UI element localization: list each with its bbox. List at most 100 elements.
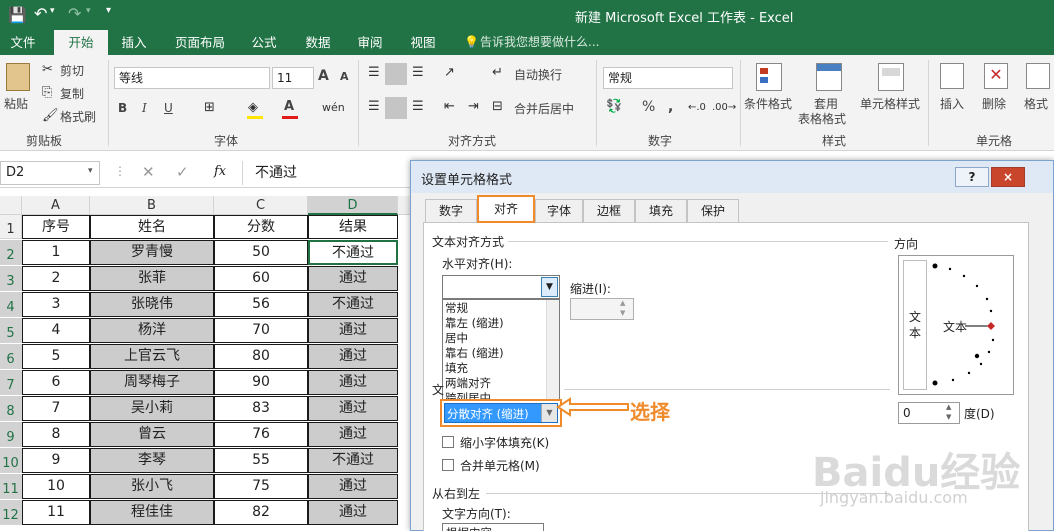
font-size-select[interactable]: 11 bbox=[272, 67, 314, 89]
insert-cells-icon[interactable] bbox=[940, 63, 964, 89]
help-button[interactable]: ? bbox=[955, 167, 989, 187]
row-header-3[interactable]: 3 bbox=[0, 266, 22, 291]
format-cells-icon[interactable] bbox=[1026, 63, 1050, 89]
font-name-select[interactable]: 等线 bbox=[114, 67, 270, 89]
column-header-e[interactable] bbox=[398, 196, 410, 215]
cell-d2[interactable]: 不通过 bbox=[308, 240, 398, 265]
wrap-text-button[interactable]: 自动换行 bbox=[514, 66, 562, 83]
option-justify[interactable]: 两端对齐 bbox=[445, 376, 491, 391]
orientation-box[interactable]: 文本 文本 bbox=[898, 255, 1014, 395]
dialog-tab-fill[interactable]: 填充 bbox=[635, 199, 687, 222]
borders-icon[interactable]: ⊞ bbox=[204, 100, 215, 116]
paste-icon[interactable] bbox=[6, 63, 30, 91]
insert-cells-button[interactable]: 插入 bbox=[940, 95, 964, 112]
selected-dropdown-icon[interactable]: ▼ bbox=[541, 404, 557, 422]
horizontal-align-options[interactable]: 常规 靠左 (缩进) 居中 靠右 (缩进) 填充 两端对齐 跨列居中 bbox=[442, 299, 560, 402]
cell-a9[interactable]: 8 bbox=[22, 422, 90, 447]
shrink-to-fit-checkbox[interactable] bbox=[442, 436, 454, 448]
options-scrollbar[interactable] bbox=[546, 300, 559, 401]
select-all-corner[interactable] bbox=[0, 196, 22, 215]
dialog-tab-border[interactable]: 边框 bbox=[583, 199, 635, 222]
cell-d8[interactable]: 通过 bbox=[308, 396, 398, 421]
tab-insert[interactable]: 插入 bbox=[112, 30, 156, 55]
cell-d5[interactable]: 通过 bbox=[308, 318, 398, 343]
option-left-indent[interactable]: 靠左 (缩进) bbox=[445, 316, 504, 331]
align-center-button[interactable] bbox=[385, 97, 407, 119]
row-header-9[interactable]: 9 bbox=[0, 422, 22, 447]
name-box[interactable]: D2 bbox=[0, 161, 100, 185]
cell-d7[interactable]: 通过 bbox=[308, 370, 398, 395]
cell-d3[interactable]: 通过 bbox=[308, 266, 398, 291]
dialog-tab-protection[interactable]: 保护 bbox=[687, 199, 739, 222]
insert-function-icon[interactable]: fx bbox=[214, 164, 226, 179]
tab-review[interactable]: 审阅 bbox=[348, 30, 392, 55]
underline-button[interactable]: U bbox=[164, 101, 173, 115]
cell-a8[interactable]: 7 bbox=[22, 396, 90, 421]
save-icon[interactable]: 💾 bbox=[8, 6, 27, 24]
horizontal-align-dropdown-icon[interactable]: ▼ bbox=[541, 277, 558, 297]
format-cells-button[interactable]: 格式 bbox=[1024, 95, 1048, 112]
cell-c3[interactable]: 60 bbox=[214, 266, 308, 291]
column-header-b[interactable]: B bbox=[90, 196, 214, 215]
cell-a12[interactable]: 11 bbox=[22, 500, 90, 525]
cell-c9[interactable]: 76 bbox=[214, 422, 308, 447]
tell-me-box[interactable]: 告诉我您想要做什么... bbox=[480, 30, 604, 55]
cell-b9[interactable]: 曾云 bbox=[90, 422, 214, 447]
name-box-dropdown-icon[interactable]: ▾ bbox=[88, 166, 93, 176]
option-right-indent[interactable]: 靠右 (缩进) bbox=[445, 346, 504, 361]
cell-styles-icon[interactable] bbox=[878, 63, 904, 91]
cell-d6[interactable]: 通过 bbox=[308, 344, 398, 369]
bottom-align-icon[interactable]: ☰ bbox=[412, 65, 424, 81]
tab-data[interactable]: 数据 bbox=[296, 30, 340, 55]
cell-d9[interactable]: 通过 bbox=[308, 422, 398, 447]
grow-font-button[interactable]: A bbox=[318, 68, 329, 84]
cell-a7[interactable]: 6 bbox=[22, 370, 90, 395]
undo-icon[interactable]: ↶ bbox=[34, 4, 47, 23]
row-header-5[interactable]: 5 bbox=[0, 318, 22, 343]
cell-c2[interactable]: 50 bbox=[214, 240, 308, 265]
worksheet[interactable]: A B C D 1 2 3 4 5 6 7 8 9 10 11 12 序号 姓名 分数 结果 1 罗青慢 50 不通… bbox=[0, 196, 410, 531]
tab-page-layout[interactable]: 页面布局 bbox=[164, 30, 236, 55]
merge-cells-checkbox[interactable] bbox=[442, 459, 454, 471]
font-color-icon[interactable]: A bbox=[284, 99, 294, 114]
row-header-6[interactable]: 6 bbox=[0, 344, 22, 369]
cell-d4[interactable]: 不通过 bbox=[308, 292, 398, 317]
degrees-down-icon[interactable]: ▼ bbox=[946, 413, 951, 421]
indent-spinner[interactable]: ▲ ▼ bbox=[570, 298, 634, 320]
cell-d12[interactable]: 通过 bbox=[308, 500, 398, 525]
horizontal-align-select[interactable]: ▼ bbox=[442, 275, 560, 299]
align-right-icon[interactable]: ☰ bbox=[412, 99, 424, 115]
cell-c5[interactable]: 70 bbox=[214, 318, 308, 343]
conditional-format-icon[interactable] bbox=[756, 63, 782, 91]
cell-b5[interactable]: 杨洋 bbox=[90, 318, 214, 343]
vertical-text-button[interactable]: 文本 bbox=[903, 260, 927, 390]
tab-home[interactable]: 开始 bbox=[54, 30, 108, 55]
spinner-down-icon[interactable]: ▼ bbox=[620, 309, 625, 317]
customize-qat-icon[interactable]: ▾ bbox=[106, 5, 111, 16]
row-header-11[interactable]: 11 bbox=[0, 474, 22, 499]
enter-icon[interactable]: ✓ bbox=[176, 163, 189, 181]
cell-a6[interactable]: 5 bbox=[22, 344, 90, 369]
row-header-8[interactable]: 8 bbox=[0, 396, 22, 421]
formula-input[interactable]: 不通过 bbox=[242, 161, 412, 185]
cell-c11[interactable]: 75 bbox=[214, 474, 308, 499]
orientation-dial[interactable] bbox=[929, 256, 1015, 396]
cell-b4[interactable]: 张晓伟 bbox=[90, 292, 214, 317]
cell-b7[interactable]: 周琴梅子 bbox=[90, 370, 214, 395]
header-cell-a[interactable]: 序号 bbox=[22, 215, 90, 239]
text-direction-select[interactable]: 根据内容 bbox=[442, 523, 544, 531]
increase-decimal-icon[interactable]: ←.0 bbox=[688, 100, 706, 116]
header-cell-c[interactable]: 分数 bbox=[214, 215, 308, 239]
cell-b11[interactable]: 张小飞 bbox=[90, 474, 214, 499]
row-header-4[interactable]: 4 bbox=[0, 292, 22, 317]
cell-a2[interactable]: 1 bbox=[22, 240, 90, 265]
cell-b12[interactable]: 程佳佳 bbox=[90, 500, 214, 525]
cell-b8[interactable]: 吴小莉 bbox=[90, 396, 214, 421]
currency-icon[interactable]: 💱 bbox=[606, 99, 622, 115]
increase-indent-icon[interactable]: ⇥ bbox=[468, 99, 479, 115]
copy-button[interactable]: 复制 bbox=[60, 85, 84, 102]
column-header-c[interactable]: C bbox=[214, 196, 308, 215]
orientation-icon[interactable]: ↗ bbox=[444, 65, 455, 81]
fill-color-icon[interactable]: ◈ bbox=[248, 100, 258, 116]
format-painter-button[interactable]: 格式刷 bbox=[60, 108, 96, 125]
